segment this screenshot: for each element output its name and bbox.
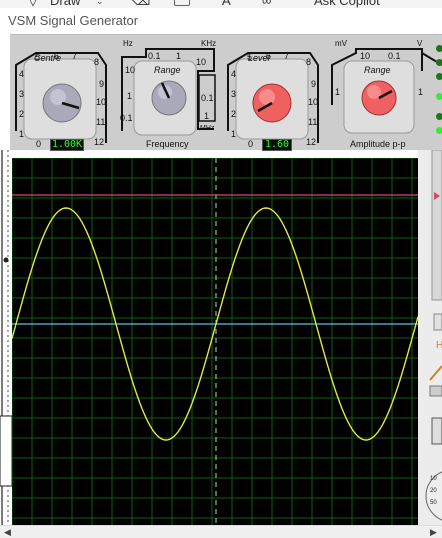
freq-left-1: 1 bbox=[127, 91, 133, 101]
insert-box-icon[interactable] bbox=[174, 0, 190, 6]
copilot-icon[interactable]: ∞ bbox=[262, 0, 271, 8]
scope-graphics bbox=[12, 158, 418, 526]
left-canvas-strip bbox=[0, 150, 13, 526]
amplitude-label: Amplitude p-p bbox=[350, 139, 406, 149]
freq-left-10: 10 bbox=[125, 65, 136, 75]
window-title: VSM Signal Generator bbox=[8, 13, 139, 28]
unit-khz: KHz bbox=[201, 39, 217, 48]
centre-scale-2: 2 bbox=[19, 109, 25, 119]
scroll-left-icon[interactable]: ◀ bbox=[4, 527, 11, 538]
text-tool[interactable]: A bbox=[222, 0, 231, 8]
level-scale-10: 10 bbox=[308, 97, 319, 107]
level-scale-12: 12 bbox=[306, 137, 317, 147]
title-bar: VSM Signal Generator bbox=[0, 8, 442, 34]
chevron-down-icon[interactable]: ⌄ bbox=[96, 0, 104, 7]
svg-text:10: 10 bbox=[430, 476, 437, 482]
freq-top-01: 0.1 bbox=[148, 51, 161, 61]
level-scale-0: 0 bbox=[248, 139, 254, 149]
centre-scale-3: 3 bbox=[19, 89, 25, 99]
scroll-right-icon[interactable]: ▶ bbox=[430, 527, 437, 538]
centre-display: 1.00K bbox=[50, 139, 84, 151]
freq-range-title: Range bbox=[154, 65, 181, 75]
centre-scale-1: 1 bbox=[19, 129, 25, 139]
scope-screen bbox=[12, 158, 418, 526]
level-display: 1.60 bbox=[262, 139, 292, 151]
ask-copilot-button[interactable]: Ask Copilot bbox=[314, 0, 380, 8]
freq-top-10: 10 bbox=[196, 57, 207, 67]
frequency-label: Frequency bbox=[146, 139, 189, 149]
freq-left-01: 0.1 bbox=[120, 113, 133, 123]
centre-scale-0: 0 bbox=[36, 139, 42, 149]
amp-top-10: 10 bbox=[360, 51, 371, 61]
level-scale-5: 5 bbox=[247, 52, 253, 62]
centre-scale-5: 5 bbox=[35, 52, 41, 62]
level-scale-3: 3 bbox=[231, 89, 237, 99]
svg-text:H: H bbox=[436, 340, 442, 351]
level-scale-4: 4 bbox=[231, 69, 237, 79]
amp-left-1: 1 bbox=[335, 87, 341, 97]
amp-right-1: 1 bbox=[418, 87, 424, 97]
led-1 bbox=[436, 45, 442, 52]
level-scale-8: 8 bbox=[306, 57, 312, 67]
level-scale-1: 1 bbox=[231, 129, 237, 139]
led-5 bbox=[436, 113, 442, 120]
svg-text:20: 20 bbox=[430, 488, 437, 494]
svg-text:50: 50 bbox=[430, 500, 437, 506]
freq-right-1: 1 bbox=[204, 111, 210, 121]
signal-generator-window: VSM Signal Generator Centre 5 6 7 8 4 9 … bbox=[0, 8, 442, 538]
level-scale-6: 6 bbox=[266, 51, 272, 61]
level-scale-2: 2 bbox=[231, 109, 237, 119]
unit-mhz: MHz bbox=[200, 125, 215, 132]
freq-right-01: 0.1 bbox=[201, 93, 214, 103]
centre-scale-4: 4 bbox=[19, 69, 25, 79]
centre-scale-12: 12 bbox=[94, 137, 105, 147]
instrument-panel: Centre 5 6 7 8 4 9 3 10 2 11 1 12 0 1.00… bbox=[10, 34, 442, 151]
level-scale-7: 7 bbox=[284, 51, 290, 61]
unit-v: V bbox=[417, 39, 423, 48]
eraser-icon[interactable]: ⌫ bbox=[132, 0, 150, 8]
unit-hz: Hz bbox=[123, 39, 133, 48]
led-6 bbox=[436, 127, 442, 134]
horizontal-scrollbar[interactable]: ◀ ▶ bbox=[0, 525, 442, 538]
draw-label[interactable]: Draw bbox=[50, 0, 80, 8]
led-3 bbox=[436, 73, 442, 80]
centre-scale-10: 10 bbox=[96, 97, 107, 107]
draw-icon[interactable]: ▽ bbox=[28, 0, 38, 8]
centre-scale-9: 9 bbox=[99, 79, 105, 89]
centre-scale-7: 7 bbox=[72, 51, 78, 61]
freq-top-1: 1 bbox=[176, 51, 182, 61]
led-4 bbox=[436, 93, 442, 100]
centre-scale-8: 8 bbox=[94, 57, 100, 67]
level-scale-9: 9 bbox=[311, 79, 317, 89]
host-toolbar: ▽ Draw ⌄ ⌫ A ∞ Ask Copilot bbox=[0, 0, 442, 8]
unit-mv: mV bbox=[335, 39, 347, 48]
amp-range-title: Range bbox=[364, 65, 391, 75]
scope-background bbox=[12, 158, 418, 526]
centre-scale-11: 11 bbox=[96, 117, 106, 127]
amp-top-01: 0.1 bbox=[388, 51, 401, 61]
led-2 bbox=[436, 59, 442, 66]
right-canvas-strip: H 10 20 50 bbox=[418, 149, 442, 526]
centre-scale-6: 6 bbox=[54, 51, 60, 61]
level-scale-11: 11 bbox=[308, 117, 318, 127]
